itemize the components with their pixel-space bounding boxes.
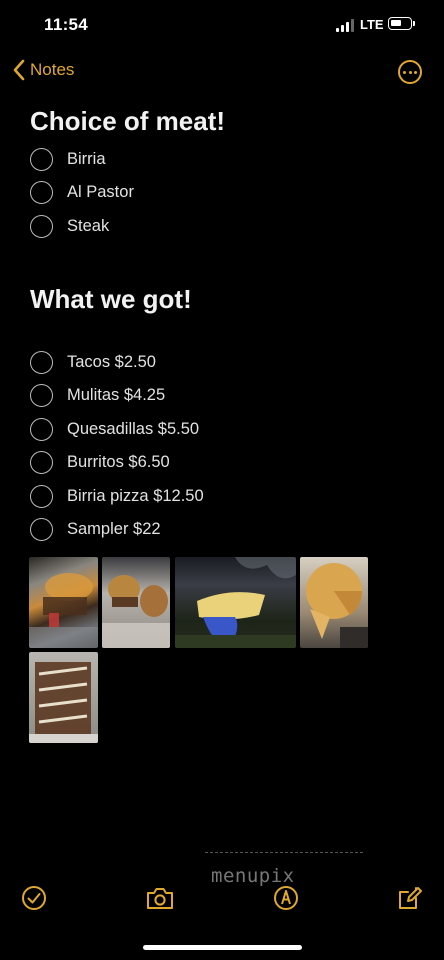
checklist-item-label: Quesadillas $5.50 <box>67 419 200 438</box>
photo-content <box>102 575 170 648</box>
battery-tip <box>413 21 415 26</box>
checklist-item-label: Birria <box>67 149 106 168</box>
heading-choice-of-meat: Choice of meat! <box>30 106 226 136</box>
status-bar: 11:54 LTE <box>0 0 444 50</box>
checklist-item[interactable]: Al Pastor <box>30 177 134 207</box>
nav-bar: Notes <box>0 55 444 91</box>
checklist-item-label: Tacos $2.50 <box>67 352 156 371</box>
checkbox-circle[interactable] <box>30 147 53 171</box>
photo-content <box>29 662 98 743</box>
home-indicator[interactable] <box>143 945 302 950</box>
compose-icon[interactable] <box>396 884 424 912</box>
checklist-item[interactable]: Mulitas $4.25 <box>30 380 165 410</box>
markup-icon[interactable] <box>272 884 300 912</box>
checkbox-circle[interactable] <box>30 180 53 204</box>
heading-what-we-got: What we got! <box>30 284 192 314</box>
food-photo[interactable] <box>29 652 98 743</box>
food-photo[interactable] <box>29 557 98 648</box>
checklist-item[interactable]: Tacos $2.50 <box>30 347 156 377</box>
checklist-item-label: Al Pastor <box>67 182 134 201</box>
checkbox-circle[interactable] <box>30 450 53 474</box>
checklist-item[interactable]: Birria pizza $12.50 <box>30 481 204 511</box>
network-label: LTE <box>360 17 384 32</box>
checklist-item[interactable]: Birria <box>30 144 106 174</box>
food-photo[interactable] <box>300 557 368 648</box>
chevron-left-icon <box>13 59 25 81</box>
checklist-icon[interactable] <box>20 884 48 912</box>
food-photo[interactable] <box>102 557 170 648</box>
food-photo[interactable] <box>175 557 296 648</box>
battery-icon <box>388 17 412 30</box>
photo-content <box>306 563 368 648</box>
checklist-item-label: Burritos $6.50 <box>67 452 170 471</box>
more-options-icon[interactable] <box>398 60 422 84</box>
checkbox-circle[interactable] <box>30 214 53 238</box>
checkbox-circle[interactable] <box>30 517 53 541</box>
bottom-toolbar <box>0 884 444 920</box>
camera-icon[interactable] <box>145 884 175 912</box>
back-label: Notes <box>30 60 75 79</box>
checklist-item-label: Steak <box>67 216 110 235</box>
checklist-item[interactable]: Steak <box>30 211 109 241</box>
checkbox-circle[interactable] <box>30 383 53 407</box>
status-time: 11:54 <box>44 15 89 34</box>
checklist-item-label: Mulitas $4.25 <box>67 385 166 404</box>
photo-content <box>175 557 296 648</box>
checkbox-circle[interactable] <box>30 417 53 441</box>
checklist-item[interactable]: Quesadillas $5.50 <box>30 414 199 444</box>
signal-icon <box>336 18 356 32</box>
checklist-item-label: Birria pizza $12.50 <box>67 486 204 505</box>
back-button[interactable]: Notes <box>12 59 74 81</box>
checkbox-circle[interactable] <box>30 484 53 508</box>
photo-content <box>29 573 98 648</box>
checklist-item[interactable]: Burritos $6.50 <box>30 447 170 477</box>
checkbox-circle[interactable] <box>30 350 53 374</box>
checklist-item-label: Sampler $22 <box>67 519 161 538</box>
checklist-item[interactable]: Sampler $22 <box>30 514 161 544</box>
